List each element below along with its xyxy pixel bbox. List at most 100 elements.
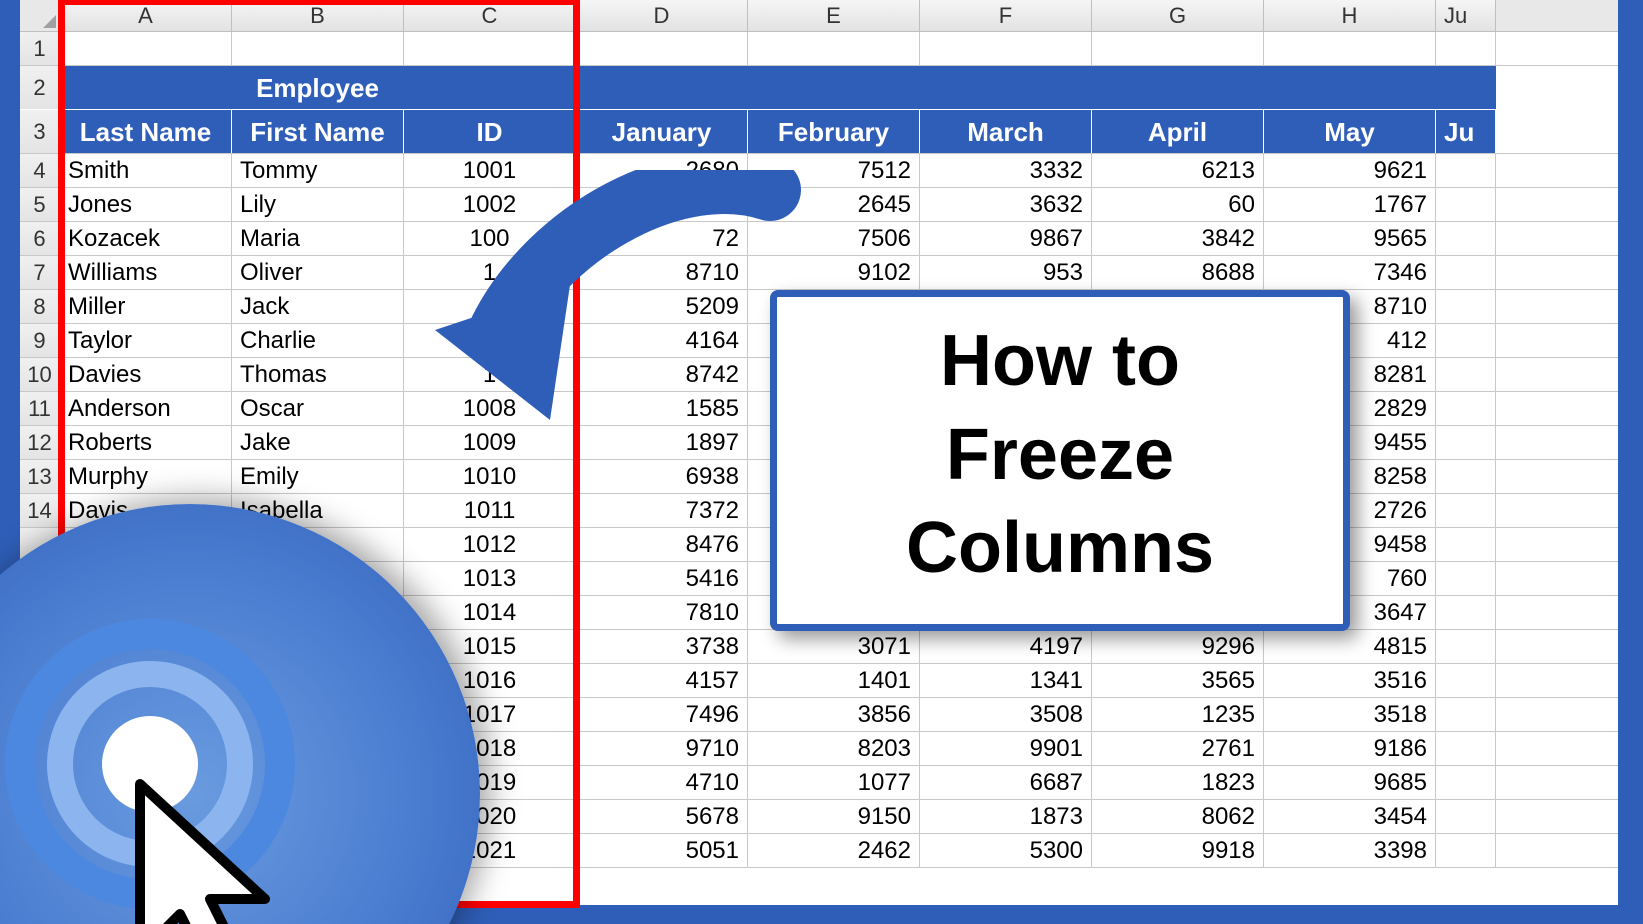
- cell[interactable]: [1092, 32, 1264, 65]
- cell[interactable]: [1436, 154, 1496, 187]
- cell[interactable]: 5416: [576, 562, 748, 595]
- cell[interactable]: 8476: [576, 528, 748, 561]
- cell[interactable]: Roberts: [60, 426, 232, 459]
- row-header[interactable]: 11: [20, 392, 60, 425]
- col-header-C[interactable]: C: [404, 0, 576, 31]
- cell[interactable]: 5300: [920, 834, 1092, 867]
- cell[interactable]: 4815: [1264, 630, 1436, 663]
- cell[interactable]: [748, 66, 920, 109]
- cell[interactable]: [1436, 766, 1496, 799]
- cell[interactable]: [1436, 596, 1496, 629]
- cell[interactable]: 2761: [1092, 732, 1264, 765]
- cell[interactable]: [404, 66, 576, 109]
- header-first-name[interactable]: First Name: [232, 110, 404, 153]
- cell[interactable]: 1585: [576, 392, 748, 425]
- cell[interactable]: [60, 32, 232, 65]
- cell[interactable]: 6938: [576, 460, 748, 493]
- cell[interactable]: 6687: [920, 766, 1092, 799]
- cell[interactable]: [1436, 664, 1496, 697]
- cell[interactable]: 1077: [748, 766, 920, 799]
- cell[interactable]: 1341: [920, 664, 1092, 697]
- cell[interactable]: 4197: [920, 630, 1092, 663]
- cell[interactable]: Anderson: [60, 392, 232, 425]
- col-header-E[interactable]: E: [748, 0, 920, 31]
- cell[interactable]: 8742: [576, 358, 748, 391]
- cell[interactable]: 5678: [576, 800, 748, 833]
- cell[interactable]: 1873: [920, 800, 1092, 833]
- cell[interactable]: 9901: [920, 732, 1092, 765]
- cell[interactable]: Thomas: [232, 358, 404, 391]
- cell[interactable]: 3071: [748, 630, 920, 663]
- cell[interactable]: 4164: [576, 324, 748, 357]
- cell[interactable]: [1436, 256, 1496, 289]
- cell[interactable]: Williams: [60, 256, 232, 289]
- col-header-A[interactable]: A: [60, 0, 232, 31]
- cell[interactable]: [1436, 66, 1496, 109]
- header-march[interactable]: March: [920, 110, 1092, 153]
- cell[interactable]: [1436, 324, 1496, 357]
- cell[interactable]: 3332: [920, 154, 1092, 187]
- cell[interactable]: Miller: [60, 290, 232, 323]
- header-cut[interactable]: Ju: [1436, 110, 1496, 153]
- cell[interactable]: 7346: [1264, 256, 1436, 289]
- cell[interactable]: [60, 66, 232, 109]
- cell[interactable]: 1002: [404, 188, 576, 221]
- header-may[interactable]: May: [1264, 110, 1436, 153]
- cell[interactable]: 7372: [576, 494, 748, 527]
- row-header[interactable]: 5: [20, 188, 60, 221]
- cell[interactable]: 1: [404, 358, 576, 391]
- cell[interactable]: 3856: [748, 698, 920, 731]
- col-header-G[interactable]: G: [1092, 0, 1264, 31]
- cell[interactable]: [1436, 358, 1496, 391]
- cell[interactable]: 3516: [1264, 664, 1436, 697]
- cell[interactable]: [1436, 426, 1496, 459]
- cell[interactable]: 2462: [748, 834, 920, 867]
- cell[interactable]: [404, 324, 576, 357]
- cell[interactable]: Tommy: [232, 154, 404, 187]
- cell[interactable]: Davies: [60, 358, 232, 391]
- cell[interactable]: 953: [920, 256, 1092, 289]
- cell[interactable]: [1436, 32, 1496, 65]
- cell[interactable]: [1436, 800, 1496, 833]
- row-header[interactable]: 10: [20, 358, 60, 391]
- cell[interactable]: [1264, 66, 1436, 109]
- cell[interactable]: Oliver: [232, 256, 404, 289]
- cell[interactable]: Oscar: [232, 392, 404, 425]
- cell[interactable]: 9710: [576, 732, 748, 765]
- header-last-name[interactable]: Last Name: [60, 110, 232, 153]
- row-header[interactable]: 13: [20, 460, 60, 493]
- cell[interactable]: 9867: [920, 222, 1092, 255]
- cell[interactable]: 5209: [576, 290, 748, 323]
- col-header-H[interactable]: H: [1264, 0, 1436, 31]
- row-header[interactable]: 3: [20, 110, 60, 153]
- cell[interactable]: Kozacek: [60, 222, 232, 255]
- cell[interactable]: [1436, 732, 1496, 765]
- row-header[interactable]: 7: [20, 256, 60, 289]
- cell[interactable]: 7512: [748, 154, 920, 187]
- cell[interactable]: 9102: [748, 256, 920, 289]
- cell[interactable]: [232, 32, 404, 65]
- cell[interactable]: [1092, 66, 1264, 109]
- cell[interactable]: 9621: [1264, 154, 1436, 187]
- cell[interactable]: 1010: [404, 460, 576, 493]
- header-february[interactable]: February: [748, 110, 920, 153]
- cell[interactable]: Charlie: [232, 324, 404, 357]
- cell[interactable]: 3632: [920, 188, 1092, 221]
- cell[interactable]: 2680: [576, 154, 748, 187]
- cell[interactable]: 1235: [1092, 698, 1264, 731]
- cell[interactable]: Jake: [232, 426, 404, 459]
- col-header-I-cut[interactable]: Ju: [1436, 0, 1496, 31]
- cell[interactable]: [920, 32, 1092, 65]
- cell[interactable]: [1436, 698, 1496, 731]
- cell[interactable]: 9296: [1092, 630, 1264, 663]
- cell[interactable]: 3508: [920, 698, 1092, 731]
- cell[interactable]: 4157: [576, 664, 748, 697]
- row-header[interactable]: 8: [20, 290, 60, 323]
- header-april[interactable]: April: [1092, 110, 1264, 153]
- cell[interactable]: Smith: [60, 154, 232, 187]
- cell[interactable]: [1436, 494, 1496, 527]
- cell[interactable]: 9150: [748, 800, 920, 833]
- row-header[interactable]: 1: [20, 32, 60, 65]
- header-january[interactable]: January: [576, 110, 748, 153]
- row-header[interactable]: 9: [20, 324, 60, 357]
